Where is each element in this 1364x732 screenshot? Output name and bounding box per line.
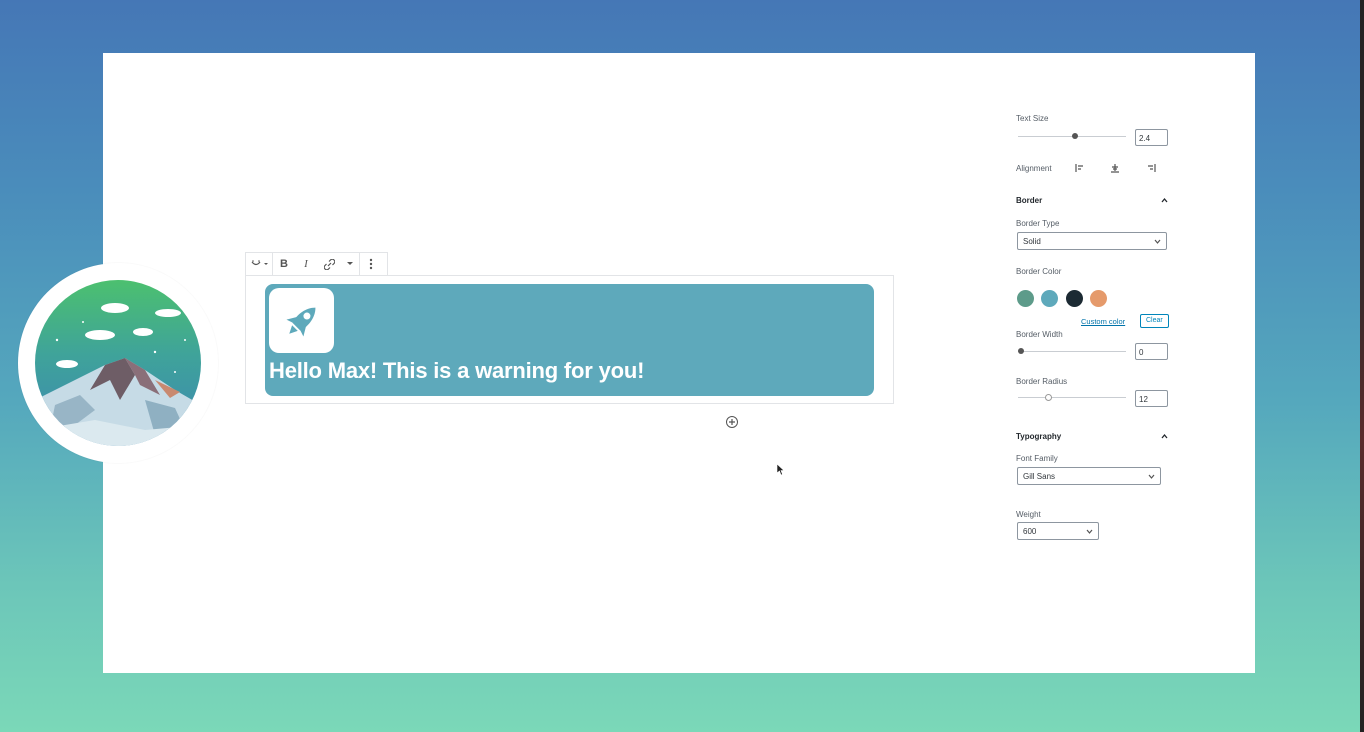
block-toolbar: B I [245,252,388,276]
chevron-down-icon [1154,239,1161,244]
color-swatch-teal[interactable] [1041,290,1058,307]
avatar [18,263,218,463]
chevron-up-icon[interactable] [1161,433,1168,440]
alignment-label: Alignment [1016,164,1052,173]
icon-picker-button[interactable] [246,253,272,275]
weight-select[interactable]: 600 [1017,522,1099,540]
mountain-illustration [35,280,201,446]
notice-block[interactable]: Hello Max! This is a warning for you! [245,275,894,404]
more-vertical-icon [369,258,373,270]
weight-label: Weight [1016,510,1041,519]
link-button[interactable] [317,253,341,275]
color-swatch-green[interactable] [1017,290,1034,307]
chevron-down-icon [347,262,353,265]
rocket-icon[interactable] [269,288,334,353]
more-options-button[interactable] [360,253,382,275]
border-radius-input[interactable]: 12 [1135,390,1168,407]
color-swatch-orange[interactable] [1090,290,1107,307]
mouse-cursor-icon [777,464,785,476]
border-type-label: Border Type [1016,219,1060,228]
chevron-down-icon [1086,529,1093,534]
border-width-input[interactable]: 0 [1135,343,1168,360]
add-block-button[interactable] [726,416,738,428]
color-swatch-dark[interactable] [1066,290,1083,307]
custom-color-link[interactable]: Custom color [1081,317,1125,326]
smile-icon [251,260,268,266]
text-size-slider-thumb[interactable] [1072,133,1078,139]
notice-text[interactable]: Hello Max! This is a warning for you! [269,358,644,384]
link-icon [323,258,335,270]
notice-box[interactable]: Hello Max! This is a warning for you! [265,284,874,396]
border-radius-slider-track[interactable] [1018,397,1126,398]
typography-panel-heading[interactable]: Typography [1016,432,1061,441]
border-type-value: Solid [1023,237,1041,246]
weight-value: 600 [1023,527,1037,536]
border-radius-label: Border Radius [1016,377,1068,386]
text-size-label: Text Size [1016,114,1049,123]
border-width-slider-thumb[interactable] [1018,348,1024,354]
italic-button[interactable]: I [295,253,317,275]
border-width-label: Border Width [1016,330,1063,339]
border-color-label: Border Color [1016,267,1062,276]
more-rich-text-button[interactable] [341,253,359,275]
font-family-value: Gill Sans [1023,472,1056,481]
font-family-label: Font Family [1016,454,1058,463]
text-size-input[interactable]: 2.4 [1135,129,1168,146]
align-center-icon[interactable] [1110,163,1120,173]
chevron-up-icon[interactable] [1161,197,1168,204]
plus-icon [729,419,735,425]
border-width-slider-track[interactable] [1018,351,1126,352]
border-type-select[interactable]: Solid [1017,232,1167,250]
align-right-icon[interactable] [1146,163,1156,173]
font-family-select[interactable]: Gill Sans [1017,467,1161,485]
align-left-icon[interactable] [1075,163,1085,173]
chevron-down-icon [1148,474,1155,479]
window-edge [1360,0,1364,732]
border-panel-heading[interactable]: Border [1016,196,1042,205]
bold-button[interactable]: B [273,253,295,275]
clear-color-button[interactable]: Clear [1140,314,1169,328]
border-radius-slider-thumb[interactable] [1044,394,1052,401]
